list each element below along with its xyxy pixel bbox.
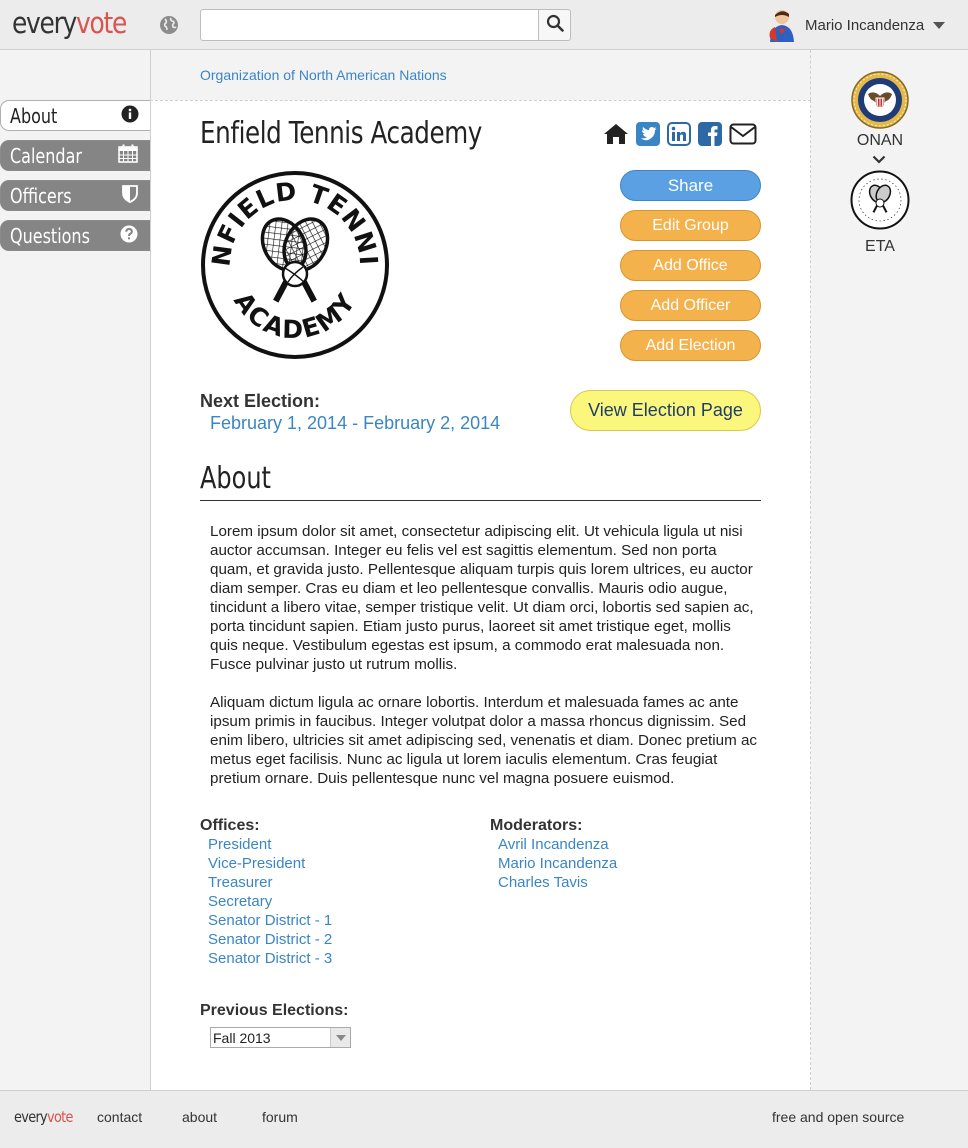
moderators-label: Moderators:: [490, 817, 583, 834]
add-election-button[interactable]: Add Election: [620, 330, 761, 361]
add-officer-button[interactable]: Add Officer: [620, 290, 761, 321]
info-icon: [121, 104, 139, 128]
moderators-list: Avril Incandenza Mario Incandenza Charle…: [498, 835, 617, 892]
globe-icon[interactable]: [158, 14, 180, 36]
user-name: Mario Incandenza: [805, 16, 925, 34]
top-bar: everyvote Mario Incandenza: [0, 0, 968, 50]
share-button[interactable]: Share: [620, 170, 761, 201]
org-short-name[interactable]: ETA: [832, 238, 928, 256]
edit-group-button[interactable]: Edit Group: [620, 210, 761, 241]
org-short-name[interactable]: ONAN: [832, 132, 928, 150]
sidebar-item-label: Calendar: [10, 143, 82, 168]
shield-icon: [122, 184, 138, 208]
list-item[interactable]: Senator District - 1: [208, 911, 332, 930]
footer-open-source[interactable]: free and open source: [772, 1109, 904, 1125]
list-item[interactable]: President: [208, 835, 332, 854]
footer-logo[interactable]: everyvote: [14, 1108, 73, 1126]
next-election-dates[interactable]: February 1, 2014 - February 2, 2014: [210, 413, 500, 434]
page-title: Enfield Tennis Academy: [200, 116, 482, 151]
caret-down-icon: [933, 21, 946, 29]
previous-elections-label: Previous Elections:: [200, 1002, 349, 1019]
search-icon: [546, 14, 564, 37]
sidebar-item-about[interactable]: About: [0, 100, 151, 131]
logo-text-vote: vote: [76, 6, 127, 40]
list-item[interactable]: Senator District - 2: [208, 930, 332, 949]
chevron-down-icon: [330, 1028, 350, 1047]
select-value: Fall 2013: [213, 1029, 271, 1046]
list-item[interactable]: Avril Incandenza: [498, 835, 617, 854]
footer: everyvote contact about forum free and o…: [0, 1090, 968, 1148]
offices-label: Offices:: [200, 817, 260, 834]
list-item[interactable]: Senator District - 3: [208, 949, 332, 968]
linkedin-icon[interactable]: [667, 122, 691, 146]
sidebar-item-questions[interactable]: Questions: [0, 220, 151, 251]
previous-elections-select[interactable]: Fall 2013: [210, 1027, 351, 1048]
list-item[interactable]: Secretary: [208, 892, 332, 911]
about-paragraph: Lorem ipsum dolor sit amet, consectetur …: [210, 523, 754, 673]
list-item[interactable]: Vice-President: [208, 854, 332, 873]
list-item[interactable]: Charles Tavis: [498, 873, 617, 892]
logo-text-vote: vote: [47, 1108, 73, 1126]
divider: [200, 500, 761, 501]
offices-list: President Vice-President Treasurer Secre…: [208, 835, 332, 968]
search-input[interactable]: [200, 9, 539, 41]
twitter-icon[interactable]: [636, 122, 660, 146]
divider: [150, 50, 151, 100]
email-icon[interactable]: [729, 123, 757, 145]
question-icon: [120, 224, 138, 248]
chevron-down-icon[interactable]: [872, 151, 886, 169]
onan-seal-icon[interactable]: [850, 70, 910, 130]
avatar: [766, 8, 796, 42]
list-item[interactable]: Treasurer: [208, 873, 332, 892]
sidebar-item-label: Officers: [10, 183, 72, 208]
about-paragraph: Aliquam dictum ligula ac ornare lobortis…: [210, 694, 758, 787]
breadcrumb[interactable]: Organization of North American Nations: [200, 67, 447, 83]
logo-text-every: every: [12, 6, 77, 40]
footer-link-forum[interactable]: forum: [262, 1109, 298, 1125]
view-election-button[interactable]: View Election Page: [570, 390, 761, 431]
home-icon[interactable]: [603, 123, 629, 145]
eta-emblem-icon[interactable]: [850, 170, 910, 230]
divider: [810, 50, 811, 100]
sidebar-item-calendar[interactable]: Calendar: [0, 140, 151, 171]
footer-link-about[interactable]: about: [182, 1109, 217, 1125]
logo-text-every: every: [14, 1108, 48, 1126]
calendar-icon: [118, 144, 138, 168]
site-logo[interactable]: everyvote: [12, 6, 127, 40]
user-menu[interactable]: Mario Incandenza: [766, 8, 946, 42]
list-item[interactable]: Mario Incandenza: [498, 854, 617, 873]
sidebar-item-label: About: [10, 103, 58, 128]
search-button[interactable]: [538, 9, 571, 41]
footer-link-contact[interactable]: contact: [97, 1109, 142, 1125]
sidebar-item-officers[interactable]: Officers: [0, 180, 151, 211]
about-heading: About: [200, 461, 271, 496]
group-emblem: ENFIELD TENNIS ACADEMY: [190, 147, 390, 360]
sidebar-item-label: Questions: [10, 223, 90, 248]
facebook-icon[interactable]: [698, 122, 722, 146]
sidebar-nav: About Calendar Officers Questions: [0, 100, 151, 260]
add-office-button[interactable]: Add Office: [620, 250, 761, 281]
social-links: [603, 122, 757, 146]
next-election-label: Next Election:: [200, 391, 321, 411]
